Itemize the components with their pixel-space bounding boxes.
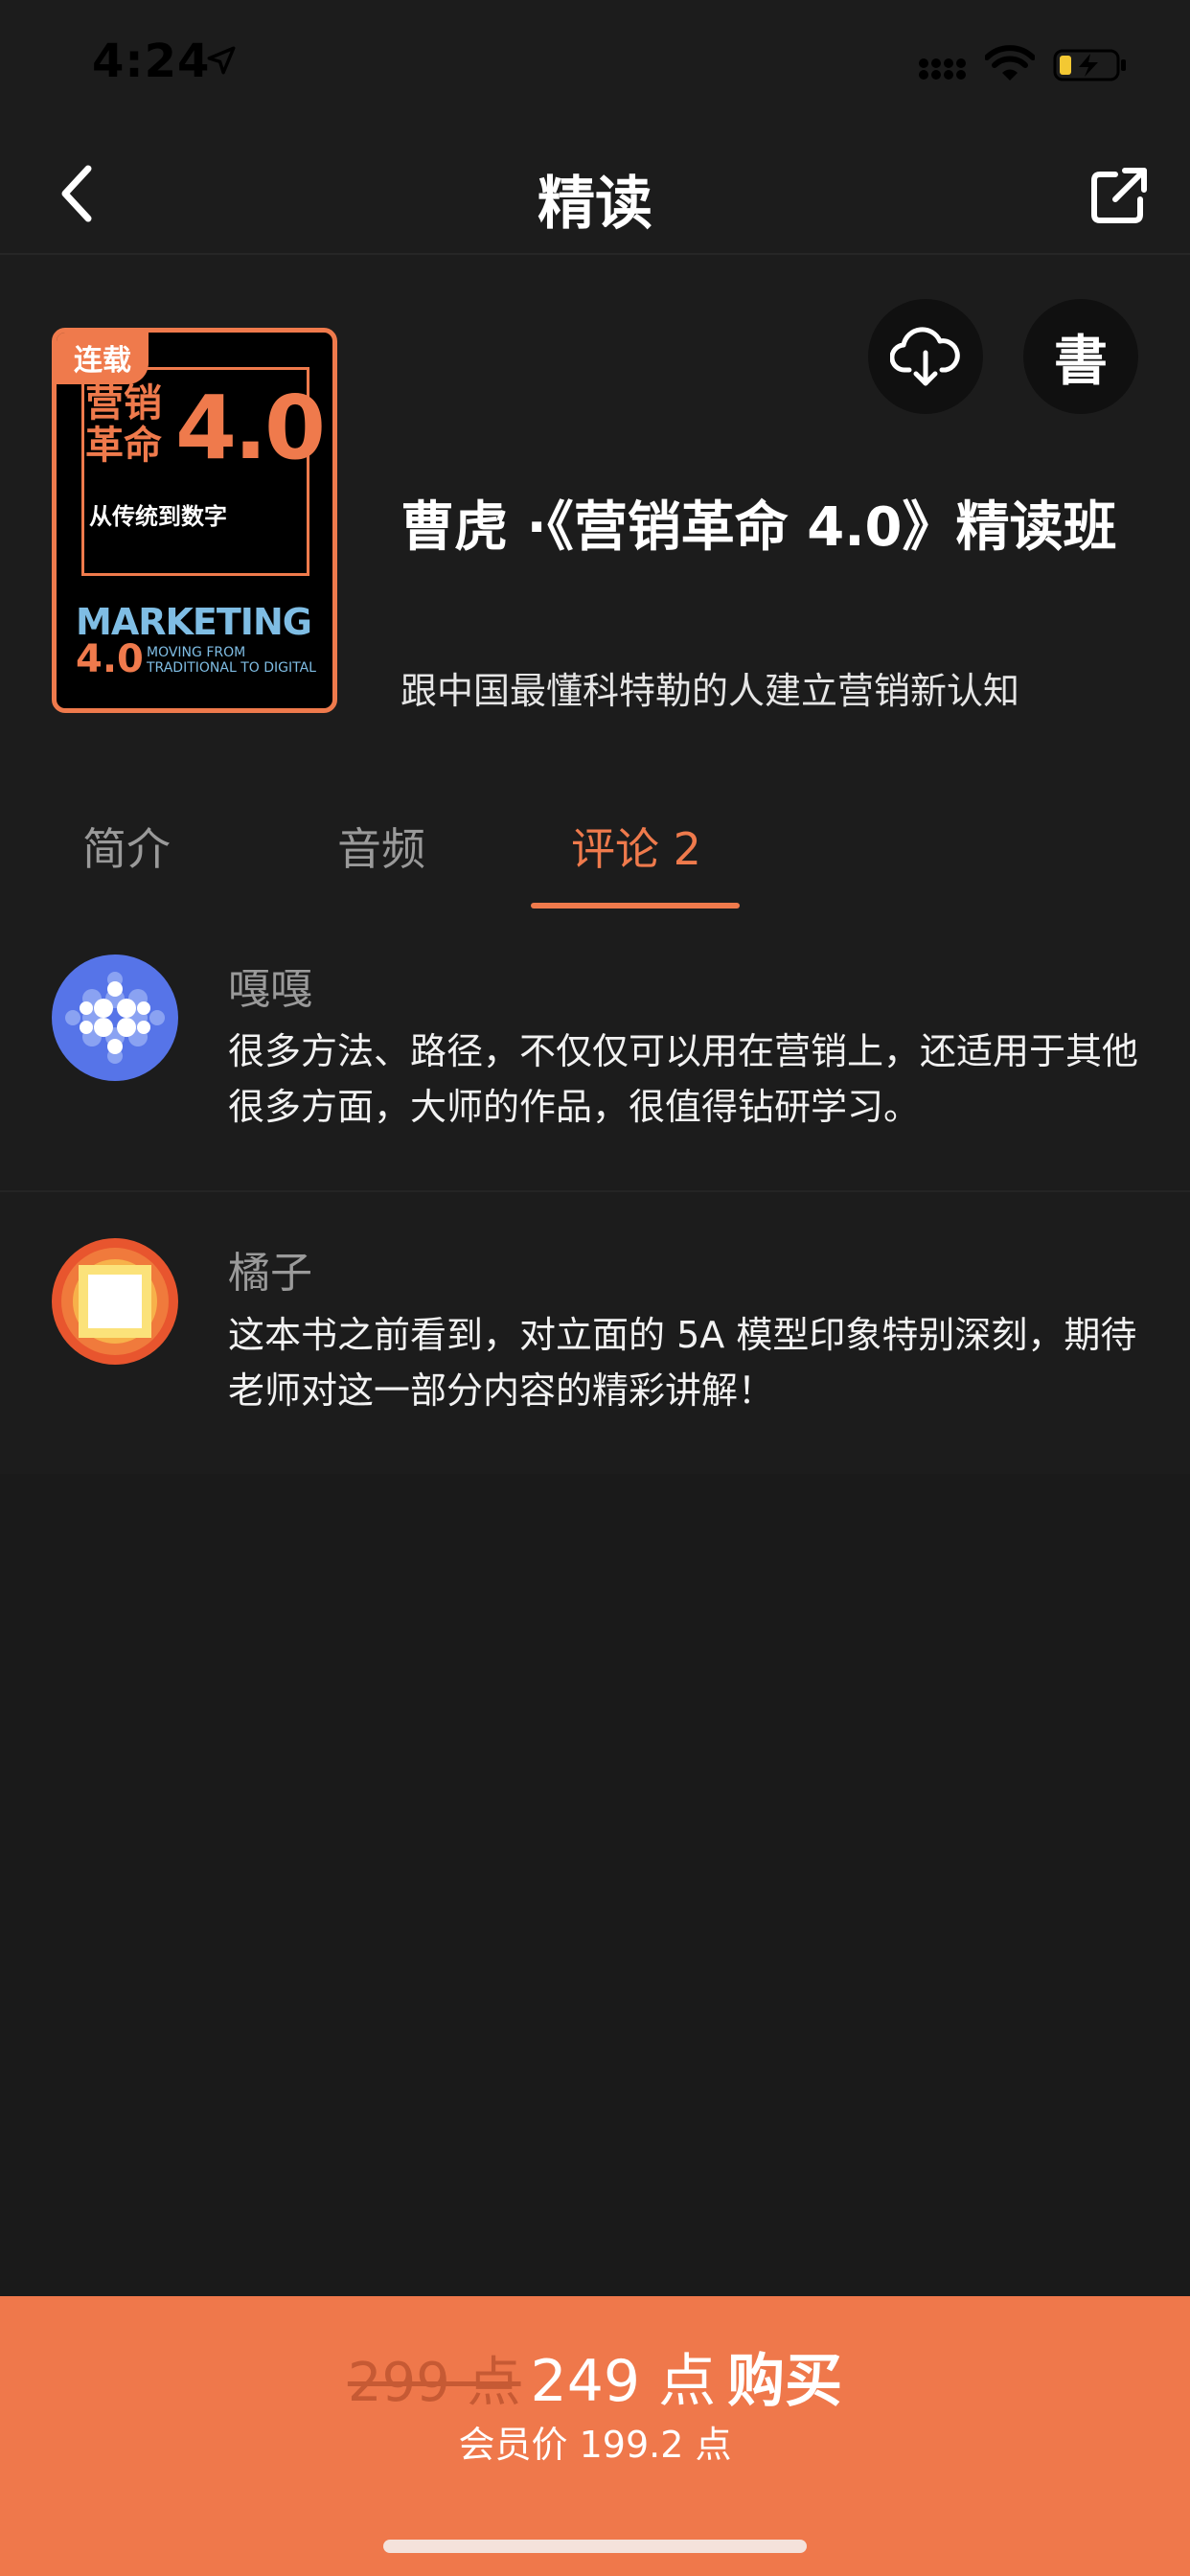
book-glyph-icon: 書 <box>1054 329 1108 393</box>
comment-item[interactable]: 嘎嘎 很多方法、路径，不仅仅可以用在营销上，还适用于其他很多方面，大师的作品，很… <box>0 910 1190 1192</box>
original-price: 299 点 <box>347 2352 521 2414</box>
avatar-dots-icon <box>52 954 178 1081</box>
location-arrow-icon <box>207 46 236 75</box>
empty-area <box>0 1474 1190 2296</box>
tab-intro[interactable]: 简介 <box>82 815 171 878</box>
book-button[interactable]: 書 <box>1023 299 1138 414</box>
avatar-square-icon <box>52 1238 178 1365</box>
share-external-icon <box>1091 168 1147 223</box>
current-price: 249 点 <box>530 2348 717 2415</box>
book-cover[interactable]: 营销 革命 4.0 从传统到数字 MARKETING 4.0 MOVING FR… <box>52 328 337 713</box>
tab-active-indicator <box>531 903 740 908</box>
cellular-signal-icon <box>919 58 966 80</box>
purchase-button[interactable]: 299 点 249 点购买 <box>0 2334 1190 2418</box>
wifi-icon <box>985 45 1035 80</box>
comment-username: 橘子 <box>228 1249 312 1298</box>
page: 4:24 精读 营销 革命 4.0 从传统到数字 MARKETING 4.0 M… <box>0 0 1190 2576</box>
comment-item[interactable]: 橘子 这本书之前看到，对立面的 5A 模型印象特别深刻，期待老师对这一部分内容的… <box>0 1194 1190 1474</box>
cover-subtitle: 从传统到数字 <box>89 503 227 530</box>
avatar[interactable] <box>52 954 178 1081</box>
tab-audio[interactable]: 音频 <box>337 815 425 878</box>
comment-text: 很多方法、路径，不仅仅可以用在营销上，还适用于其他很多方面，大师的作品，很值得钻… <box>228 1030 1139 1128</box>
status-time: 4:24 <box>92 34 211 88</box>
member-price: 会员价 199.2 点 <box>458 2424 732 2466</box>
course-title: 曹虎 ·《营销革命 4.0》精读班 <box>400 496 1117 559</box>
download-button[interactable] <box>868 299 983 414</box>
cover-title-number: 4.0 <box>175 377 326 479</box>
course-subtitle: 跟中国最懂科特勒的人建立营销新认知 <box>400 670 1020 712</box>
battery-icon <box>1053 49 1126 81</box>
buy-label: 购买 <box>727 2348 843 2415</box>
comment-text: 这本书之前看到，对立面的 5A 模型印象特别深刻，期待老师对这一部分内容的精彩讲… <box>228 1314 1137 1412</box>
tab-bar: 简介 音频 评论 2 <box>0 795 1190 910</box>
status-bar: 4:24 <box>0 0 1190 134</box>
avatar[interactable] <box>52 1238 178 1365</box>
cover-english-number: 4.0 <box>76 637 144 681</box>
home-indicator[interactable] <box>383 2540 807 2553</box>
page-title: 精读 <box>538 171 652 238</box>
cloud-download-icon <box>890 327 960 386</box>
tab-comments[interactable]: 评论 2 <box>571 815 701 878</box>
cover-title-cn: 营销 革命 <box>85 381 162 468</box>
cover-english-subtitle: MOVING FROM TRADITIONAL TO DIGITAL <box>147 645 316 676</box>
comment-username: 嘎嘎 <box>228 965 312 1014</box>
purchase-bar[interactable]: 299 点 249 点购买 会员价 199.2 点 <box>0 2296 1190 2576</box>
serial-badge: 连载 <box>57 333 149 384</box>
share-button[interactable] <box>1083 159 1156 232</box>
nav-bar: 精读 <box>0 134 1190 255</box>
